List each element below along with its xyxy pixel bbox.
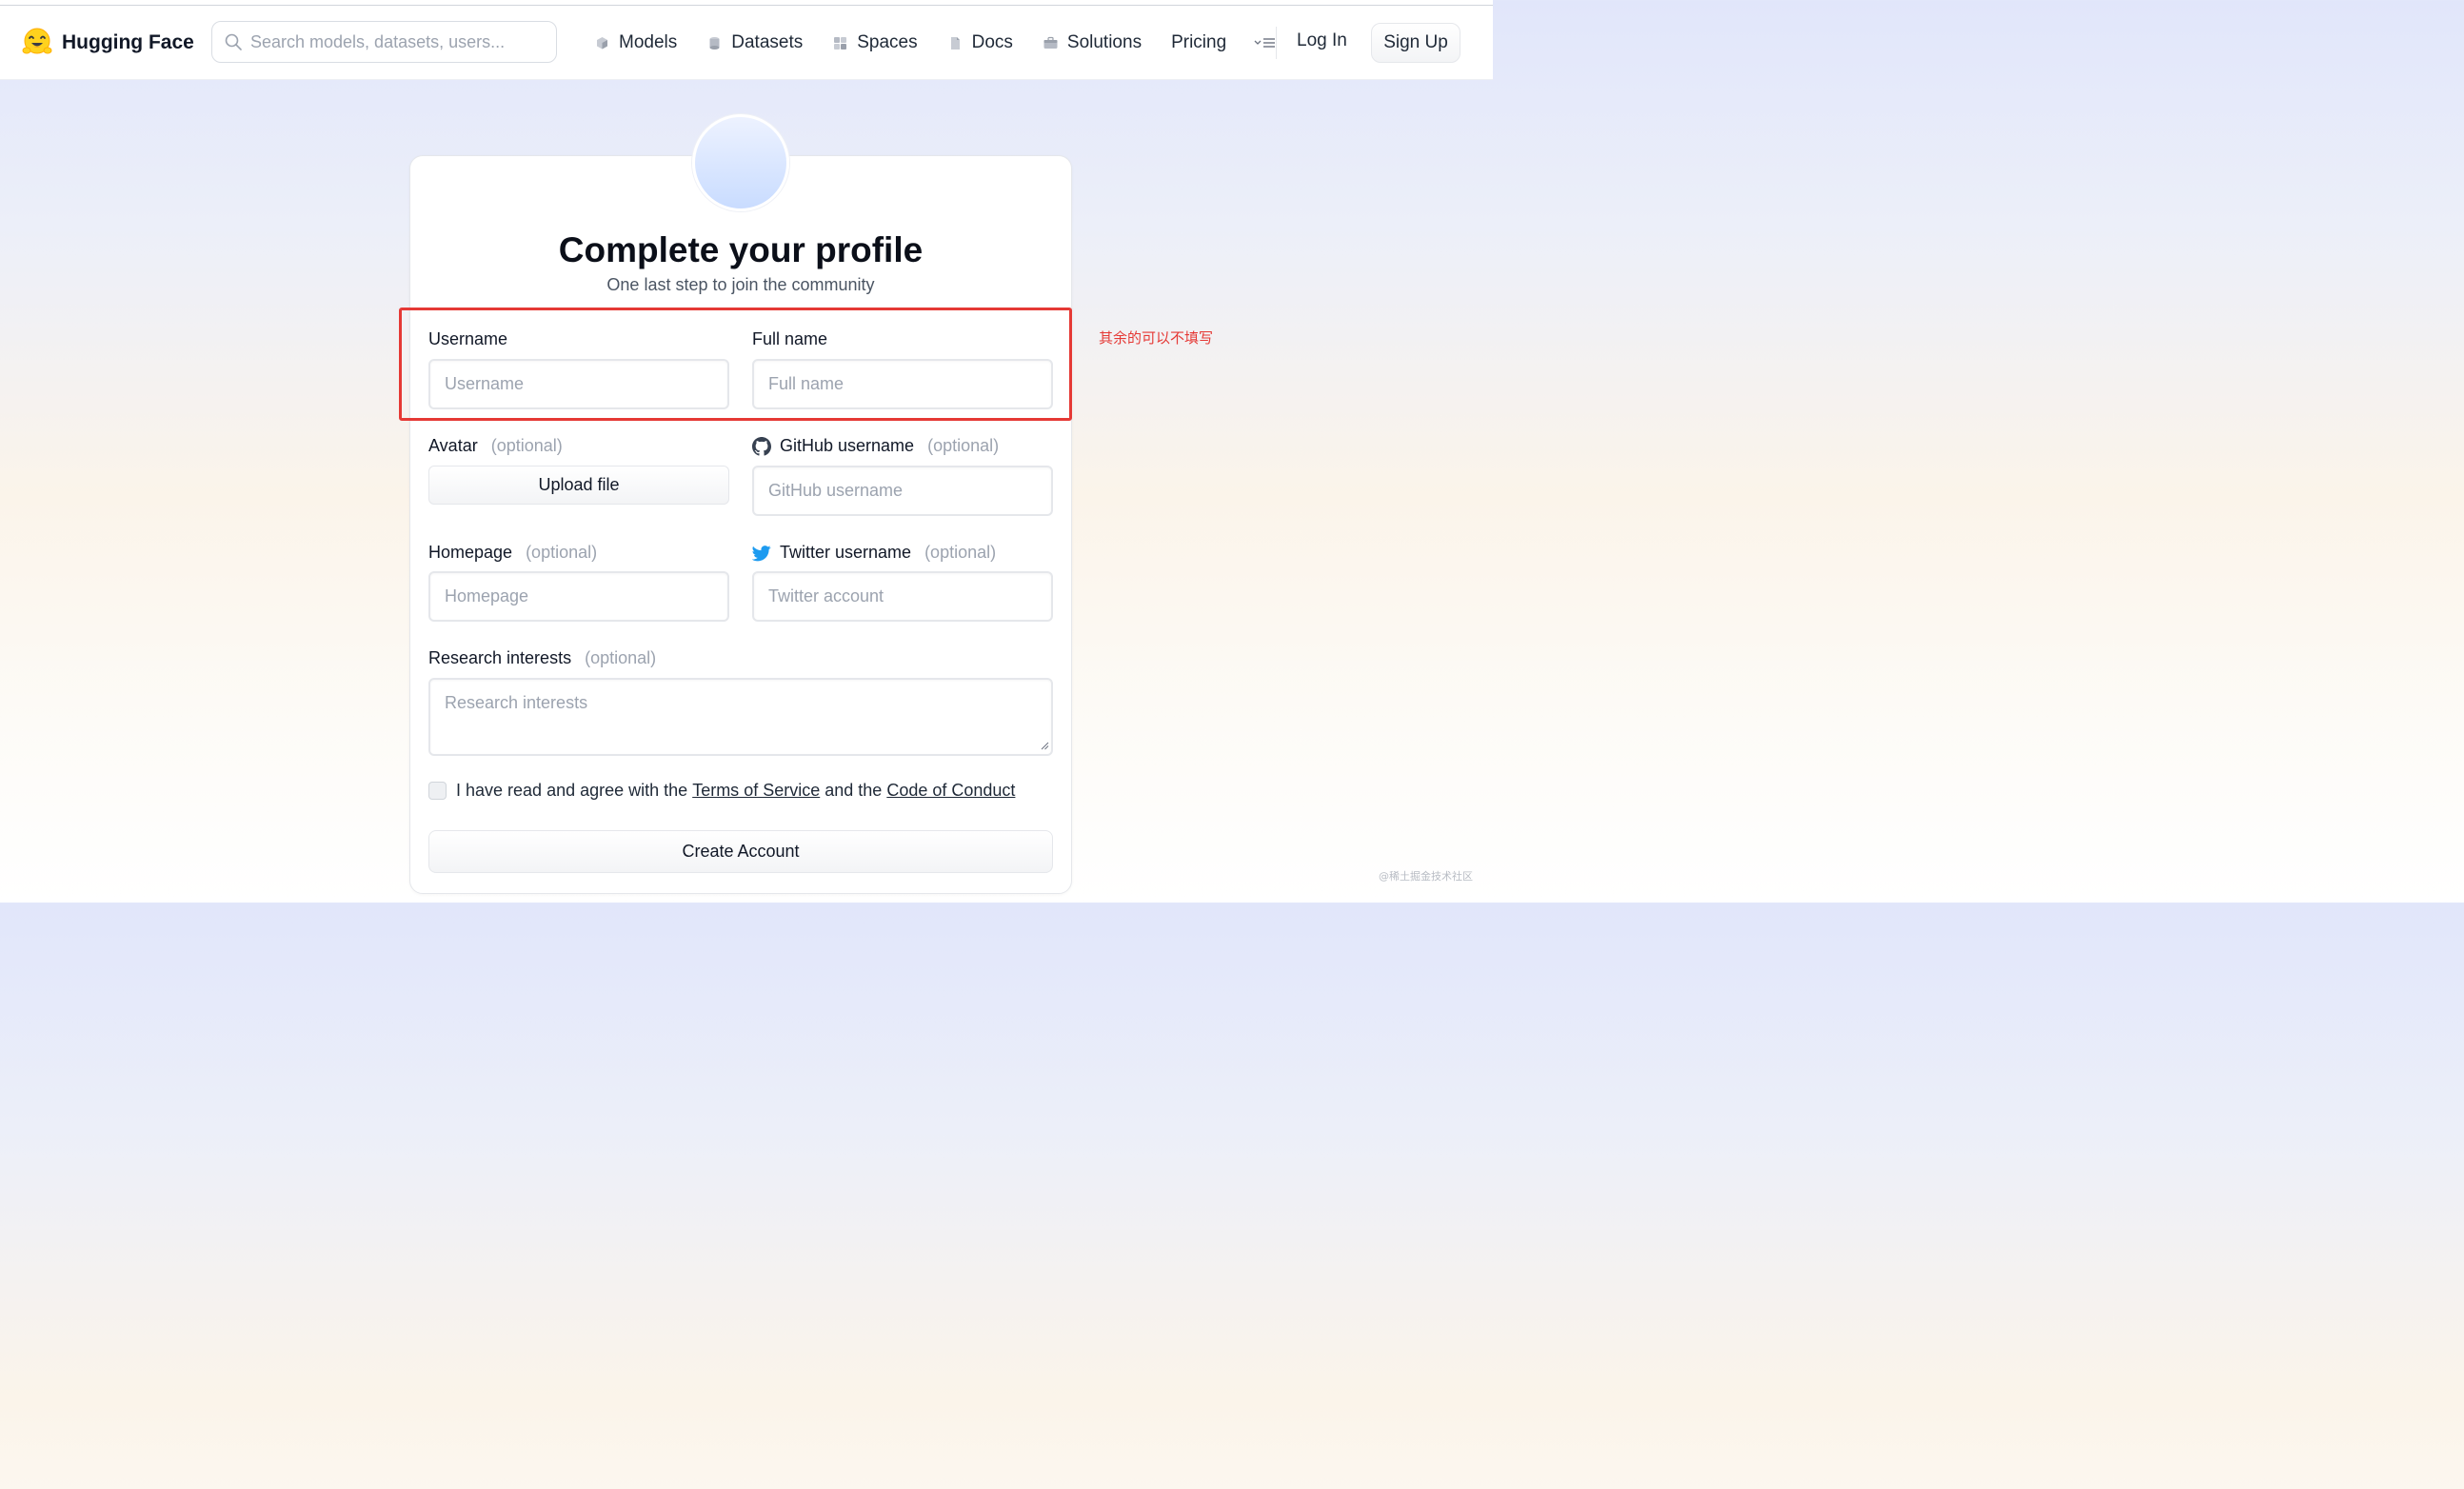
annotation-highlight-box: [399, 308, 1072, 421]
agree-checkbox[interactable]: [428, 782, 447, 800]
nav-spaces[interactable]: Spaces: [832, 32, 918, 53]
nav-solutions[interactable]: Solutions: [1043, 32, 1142, 53]
twitter-icon: [752, 545, 771, 561]
twitter-account-input[interactable]: [752, 571, 1053, 622]
optional-tag: (optional): [526, 543, 598, 562]
nav-datasets-label: Datasets: [731, 32, 804, 52]
homepage-label: Homepage (optional): [428, 543, 597, 563]
avatar-label: Avatar (optional): [428, 436, 563, 456]
research-interests-textarea[interactable]: [428, 678, 1053, 756]
github-icon: [752, 436, 771, 456]
document-icon: [950, 36, 960, 50]
brand-name: Hugging Face: [62, 31, 194, 53]
terms-of-service-link[interactable]: Terms of Service: [692, 781, 820, 801]
page-title: Complete your profile: [558, 230, 924, 269]
optional-tag: (optional): [490, 436, 563, 455]
optional-tag: (optional): [924, 543, 997, 562]
resize-grip-icon[interactable]: [1040, 741, 1049, 750]
watermark: @稀土掘金技术社区: [1379, 870, 1473, 883]
agree-prefix: I have read and agree with the: [456, 781, 688, 800]
upload-file-button[interactable]: Upload file: [428, 466, 729, 505]
search-input[interactable]: [250, 31, 536, 52]
search-box[interactable]: [211, 21, 557, 63]
nav-spaces-label: Spaces: [857, 32, 918, 52]
homepage-label-text: Homepage: [428, 543, 513, 562]
database-icon: [709, 36, 720, 50]
nav-models-label: Models: [619, 32, 678, 52]
create-account-button[interactable]: Create Account: [428, 830, 1053, 873]
nav-pricing-label: Pricing: [1171, 32, 1227, 52]
cube-icon: [597, 36, 607, 49]
search-icon: [225, 33, 242, 50]
nav-docs[interactable]: Docs: [947, 32, 1013, 53]
login-link[interactable]: Log In: [1297, 30, 1347, 51]
nav-docs-label: Docs: [971, 32, 1013, 52]
optional-tag: (optional): [927, 436, 1000, 455]
briefcase-icon: [1043, 36, 1058, 49]
optional-tag: (optional): [585, 648, 657, 667]
twitter-label-text: Twitter username: [780, 543, 912, 562]
annotation-note: 其余的可以不填写: [1099, 329, 1214, 347]
homepage-input[interactable]: [428, 571, 729, 622]
twitter-label: Twitter username (optional): [752, 543, 996, 563]
main-nav: Models Datasets Spaces Docs Solutions Pr…: [594, 6, 1277, 80]
code-of-conduct-link[interactable]: Code of Conduct: [886, 781, 1015, 801]
top-navbar: Hugging Face Models Datasets: [0, 6, 1493, 80]
page-subtitle: One last step to join the community: [606, 275, 875, 294]
avatar-placeholder: [692, 114, 789, 211]
nav-divider: [1276, 27, 1277, 59]
github-label-text: GitHub username: [780, 436, 915, 455]
nav-solutions-label: Solutions: [1066, 32, 1143, 52]
nav-models[interactable]: Models: [594, 32, 677, 53]
agree-middle: and the: [825, 781, 883, 800]
nav-pricing[interactable]: Pricing: [1171, 32, 1226, 53]
grid-icon: [834, 36, 847, 50]
terms-agreement: I have read and agree with the Terms of …: [428, 781, 1015, 801]
avatar-label-text: Avatar: [428, 436, 478, 455]
hugging-face-emoji-icon: [22, 28, 52, 54]
signup-button[interactable]: Sign Up: [1371, 23, 1461, 63]
brand-logo[interactable]: Hugging Face: [21, 27, 194, 59]
research-label: Research interests (optional): [428, 648, 656, 668]
research-label-text: Research interests: [428, 648, 572, 667]
github-label: GitHub username (optional): [752, 436, 999, 456]
nav-more-menu[interactable]: [1254, 36, 1277, 50]
more-menu-icon: [1254, 38, 1276, 48]
nav-datasets[interactable]: Datasets: [706, 32, 803, 53]
github-username-input[interactable]: [752, 466, 1053, 516]
